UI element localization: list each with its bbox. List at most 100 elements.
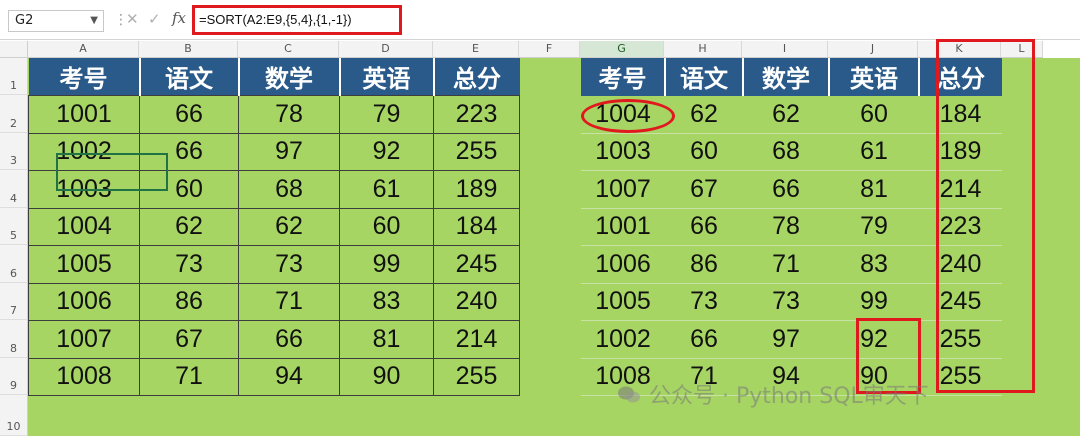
data-cell[interactable]: 184 <box>919 95 1002 134</box>
data-cell[interactable]: 92 <box>829 320 919 359</box>
data-cell[interactable]: 78 <box>743 208 829 246</box>
data-cell[interactable]: 81 <box>339 320 434 359</box>
data-cell[interactable]: 71 <box>743 245 829 284</box>
header-cell[interactable]: 考号 <box>581 58 666 96</box>
data-cell[interactable]: 60 <box>339 207 434 246</box>
data-cell[interactable]: 1003 <box>28 170 140 209</box>
cancel-icon[interactable]: ✕ <box>126 10 139 28</box>
header-cell[interactable]: 数学 <box>238 58 341 96</box>
data-cell[interactable]: 240 <box>433 282 520 321</box>
data-cell[interactable]: 66 <box>238 320 340 359</box>
confirm-icon[interactable]: ✓ <box>148 10 161 28</box>
data-cell[interactable]: 73 <box>665 283 743 321</box>
header-cell[interactable]: 语文 <box>139 58 240 96</box>
data-cell[interactable]: 1004 <box>581 95 665 134</box>
data-cell[interactable]: 184 <box>433 207 520 246</box>
data-cell[interactable]: 62 <box>743 95 829 134</box>
column-header-b[interactable]: B <box>139 41 238 58</box>
data-cell[interactable]: 214 <box>919 170 1002 209</box>
row-header-2[interactable]: 2 <box>0 95 28 133</box>
select-all-corner[interactable] <box>0 41 28 58</box>
data-cell[interactable]: 68 <box>743 133 829 171</box>
data-cell[interactable]: 79 <box>829 208 919 246</box>
data-cell[interactable]: 66 <box>139 95 239 134</box>
column-header-l[interactable]: L <box>1001 41 1043 58</box>
data-cell[interactable]: 255 <box>919 358 1002 396</box>
data-cell[interactable]: 66 <box>665 208 743 246</box>
data-cell[interactable]: 67 <box>665 170 743 209</box>
data-cell[interactable]: 79 <box>339 95 434 134</box>
data-cell[interactable]: 1001 <box>581 208 665 246</box>
data-cell[interactable]: 223 <box>433 95 520 134</box>
column-header-c[interactable]: C <box>238 41 339 58</box>
data-cell[interactable]: 61 <box>829 133 919 171</box>
data-cell[interactable]: 1001 <box>28 95 140 134</box>
formula-input[interactable]: =SORT(A2:E9,{5,4},{1,-1}) <box>192 5 402 35</box>
data-cell[interactable]: 255 <box>433 357 520 396</box>
header-cell[interactable]: 英语 <box>339 58 435 96</box>
data-cell[interactable]: 78 <box>238 95 340 134</box>
chevron-down-icon[interactable]: ▼ <box>90 11 98 31</box>
data-cell[interactable]: 67 <box>139 320 239 359</box>
data-cell[interactable]: 66 <box>743 170 829 209</box>
row-header-8[interactable]: 8 <box>0 320 28 358</box>
data-cell[interactable]: 73 <box>238 245 340 284</box>
data-cell[interactable]: 81 <box>829 170 919 209</box>
data-cell[interactable]: 214 <box>433 320 520 359</box>
header-cell[interactable]: 总分 <box>433 58 520 96</box>
data-cell[interactable]: 71 <box>139 357 239 396</box>
row-header-4[interactable]: 4 <box>0 170 28 208</box>
name-box[interactable]: G2 ▼ <box>8 10 104 32</box>
column-header-g[interactable]: G <box>580 41 664 58</box>
row-header-5[interactable]: 5 <box>0 207 28 245</box>
data-cell[interactable]: 1002 <box>28 132 140 171</box>
data-cell[interactable]: 66 <box>139 132 239 171</box>
header-cell[interactable]: 数学 <box>743 58 830 96</box>
data-cell[interactable]: 189 <box>919 133 1002 171</box>
column-header-j[interactable]: J <box>828 41 918 58</box>
data-cell[interactable]: 1005 <box>28 245 140 284</box>
data-cell[interactable]: 1007 <box>581 170 665 209</box>
column-header-i[interactable]: I <box>742 41 828 58</box>
data-cell[interactable]: 1006 <box>581 245 665 284</box>
data-cell[interactable]: 62 <box>238 207 340 246</box>
column-header-f[interactable]: F <box>519 41 580 58</box>
data-cell[interactable]: 62 <box>139 207 239 246</box>
data-cell[interactable]: 86 <box>139 282 239 321</box>
header-cell[interactable]: 总分 <box>919 58 1002 96</box>
data-cell[interactable]: 1008 <box>28 357 140 396</box>
header-cell[interactable]: 语文 <box>665 58 744 96</box>
data-cell[interactable]: 223 <box>919 208 1002 246</box>
data-cell[interactable]: 97 <box>238 132 340 171</box>
data-cell[interactable]: 1002 <box>581 320 665 359</box>
column-header-a[interactable]: A <box>28 41 139 58</box>
row-header-7[interactable]: 7 <box>0 282 28 320</box>
data-cell[interactable]: 1005 <box>581 283 665 321</box>
data-cell[interactable]: 68 <box>238 170 340 209</box>
data-cell[interactable]: 189 <box>433 170 520 209</box>
data-cell[interactable]: 240 <box>919 245 1002 284</box>
data-cell[interactable]: 73 <box>139 245 239 284</box>
data-cell[interactable]: 92 <box>339 132 434 171</box>
data-cell[interactable]: 1004 <box>28 207 140 246</box>
data-cell[interactable]: 245 <box>433 245 520 284</box>
column-header-h[interactable]: H <box>664 41 742 58</box>
header-cell[interactable]: 英语 <box>829 58 920 96</box>
data-cell[interactable]: 1003 <box>581 133 665 171</box>
data-cell[interactable]: 61 <box>339 170 434 209</box>
column-header-d[interactable]: D <box>339 41 433 58</box>
data-cell[interactable]: 83 <box>829 245 919 284</box>
data-cell[interactable]: 62 <box>665 95 743 134</box>
column-header-e[interactable]: E <box>433 41 519 58</box>
data-cell[interactable]: 255 <box>919 320 1002 359</box>
data-cell[interactable]: 83 <box>339 282 434 321</box>
data-cell[interactable]: 255 <box>433 132 520 171</box>
row-header-9[interactable]: 9 <box>0 357 28 395</box>
data-cell[interactable]: 60 <box>139 170 239 209</box>
data-cell[interactable]: 90 <box>339 357 434 396</box>
data-cell[interactable]: 60 <box>665 133 743 171</box>
data-cell[interactable]: 66 <box>665 320 743 359</box>
data-cell[interactable]: 86 <box>665 245 743 284</box>
data-cell[interactable]: 60 <box>829 95 919 134</box>
column-header-k[interactable]: K <box>918 41 1001 58</box>
